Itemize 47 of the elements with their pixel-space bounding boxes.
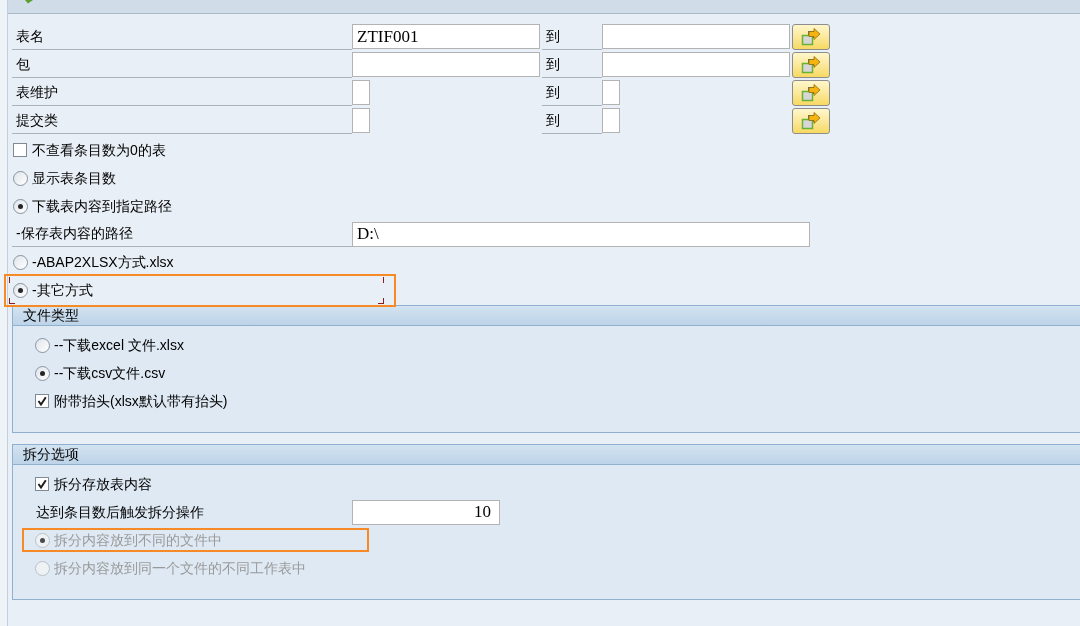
arrow-icon [800,84,822,102]
radio-button[interactable] [13,198,28,214]
input-field[interactable] [352,108,370,133]
field-label: 表维护 [12,80,352,106]
radio-button[interactable] [35,337,50,353]
input-field[interactable] [352,52,540,77]
toolbar-icon[interactable] [25,0,33,4]
input-field[interactable] [602,24,790,49]
multiple-selection-button[interactable] [792,52,830,78]
radio-label: 下载表内容到指定路径 [32,196,172,216]
arrow-icon [800,28,822,46]
checkbox-label: 附带抬头(xlsx默认带有抬头) [54,391,228,411]
group-title: 文件类型 [13,306,1080,326]
radio-button[interactable] [13,254,28,270]
group-title: 拆分选项 [13,445,1080,465]
field-label: 包 [12,52,352,78]
radio-label: 拆分内容放到不同的文件中 [54,530,222,550]
input-field[interactable] [602,52,790,77]
radio-label: 显示表条目数 [32,168,116,188]
input-field[interactable] [602,108,620,133]
radio-label: -其它方式 [32,280,93,300]
multiple-selection-button[interactable] [792,24,830,50]
checkbox[interactable] [13,143,27,157]
radio-label: --下载csv文件.csv [54,363,166,383]
multiple-selection-button[interactable] [792,80,830,106]
path-field[interactable]: D:\ [352,221,810,247]
radio-label: 拆分内容放到同一个文件的不同工作表中 [54,558,306,578]
radio-button[interactable] [13,282,28,298]
arrow-icon [800,56,822,74]
checkbox-label: 不查看条目数为0的表 [32,140,166,160]
field-label: 表名 [12,24,352,50]
checkbox[interactable] [35,477,49,491]
checkbox[interactable] [35,394,49,408]
input-field[interactable] [602,80,620,105]
checkbox-label: 拆分存放表内容 [54,474,152,494]
radio-label: -ABAP2XLSX方式.xlsx [32,252,174,272]
field-label: 提交类 [12,108,352,134]
field-label: -保存表内容的路径 [12,221,352,247]
radio-button[interactable] [13,170,28,186]
field-label: 达到条目数后触发拆分操作 [36,502,205,522]
arrow-icon [800,112,822,130]
input-field[interactable] [352,80,370,105]
input-field[interactable]: ZTIF001 [352,24,540,49]
multiple-selection-button[interactable] [792,108,830,134]
number-field[interactable]: 10 [352,499,500,525]
radio-label: --下载excel 文件.xlsx [54,335,184,355]
radio-button[interactable] [35,365,50,381]
